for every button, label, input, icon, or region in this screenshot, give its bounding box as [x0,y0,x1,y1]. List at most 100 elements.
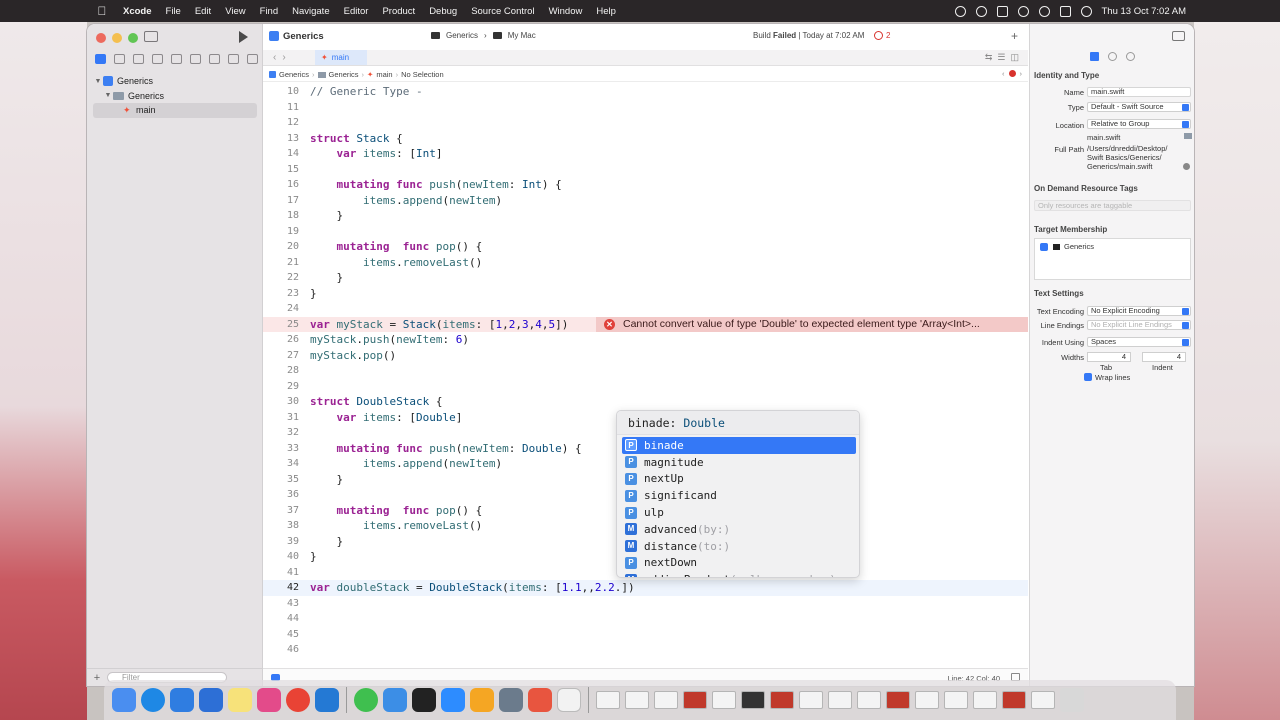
code-text[interactable]: var doubleStack = DoubleStack(items: [1.… [310,580,635,596]
code-text[interactable]: items.removeLast() [310,518,482,534]
choose-location-folder-icon[interactable] [1184,133,1192,139]
code-line[interactable]: 16 mutating func push(newItem: Int) { [263,177,1028,193]
menu-product[interactable]: Product [375,6,422,17]
add-file-icon[interactable]: + [87,672,107,684]
code-line[interactable]: 22 } [263,270,1028,286]
code-line[interactable]: 11 [263,100,1028,116]
help-inspector-tab-icon[interactable] [1126,52,1135,61]
debug-navigator-icon[interactable] [209,54,220,64]
line-endings-popup[interactable]: No Explicit Line Endings [1087,320,1191,330]
previous-issue-icon[interactable]: ‹ [1002,69,1005,78]
completion-item[interactable]: Psignificand [622,487,856,504]
disclosure-chevron-icon[interactable]: ▼ [93,78,103,85]
history-inspector-tab-icon[interactable] [1108,52,1117,61]
control-center-icon[interactable] [1059,5,1071,17]
dock-safari-icon[interactable] [141,688,165,712]
sidebar-toggle-icon[interactable] [144,31,158,42]
report-navigator-icon[interactable] [247,54,258,64]
dock-screen-share-icon[interactable] [499,688,523,712]
dock-minimized-window[interactable] [1031,691,1055,709]
inline-error-message[interactable]: ✕ Cannot convert value of type 'Double' t… [596,316,1028,332]
code-line[interactable]: 43 [263,596,1028,612]
dock-minimized-window[interactable] [625,691,649,709]
code-line[interactable]: 30 struct DoubleStack { [263,394,1028,410]
dock-minimized-window[interactable] [741,691,765,709]
code-line[interactable]: 24 [263,301,1028,317]
dock-terminal-icon[interactable] [412,688,436,712]
code-text[interactable]: myStack.pop() [310,348,396,364]
dock-minimized-window[interactable] [596,691,620,709]
code-text[interactable]: struct Stack { [310,131,403,147]
tree-item-project[interactable]: ▼ Generics [87,74,263,89]
code-line[interactable]: 28 [263,363,1028,379]
dock-minimized-window[interactable] [770,691,794,709]
code-line[interactable]: 15 [263,162,1028,178]
code-text[interactable]: var items: [Int] [310,146,443,162]
find-navigator-icon[interactable] [152,54,163,64]
code-line[interactable]: 12 [263,115,1028,131]
playback-status-icon[interactable] [975,5,987,17]
code-line[interactable]: 10 // Generic Type - [263,84,1028,100]
target-checkbox[interactable] [1040,243,1048,251]
dock-minimized-window[interactable] [828,691,852,709]
dock-vscode-icon[interactable] [315,688,339,712]
code-text[interactable]: } [310,208,343,224]
code-line[interactable]: 26 myStack.push(newItem: 6) [263,332,1028,348]
menu-app-xcode[interactable]: Xcode [116,6,159,17]
reveal-in-finder-icon[interactable] [1183,163,1190,170]
zoom-window-button[interactable] [128,33,138,43]
indent-using-popup[interactable]: Spaces [1087,337,1191,347]
completion-item[interactable]: Madvanced (by:) [622,521,856,538]
project-navigator-icon[interactable] [95,54,106,64]
dock-minimized-window[interactable] [654,691,678,709]
code-line[interactable]: 42 var doubleStack = DoubleStack(items: [… [263,580,1028,596]
source-control-navigator-icon[interactable] [114,54,125,64]
location-popup[interactable]: Relative to Group [1087,119,1191,129]
error-count-badge[interactable]: 2 [874,31,890,40]
code-text[interactable]: items.append(newItem) [310,193,502,209]
tree-item-group[interactable]: ▼ Generics [87,89,263,104]
symbol-navigator-icon[interactable] [133,54,144,64]
dock-zoom-icon[interactable] [441,688,465,712]
code-text[interactable]: // Generic Type - [310,84,423,100]
source-editor[interactable]: 10// Generic Type -11 12 13 struct Stack { 1… [263,84,1028,668]
siri-icon[interactable] [1080,5,1092,17]
code-line[interactable]: 45 [263,627,1028,643]
menu-view[interactable]: View [218,6,252,17]
code-line[interactable]: 23} [263,286,1028,302]
completion-item[interactable]: Pmagnitude [622,454,856,471]
breakpoint-navigator-icon[interactable] [228,54,239,64]
dock-finder-icon[interactable] [112,688,136,712]
code-line[interactable]: 44 [263,611,1028,627]
code-line[interactable]: 17 items.append(newItem) [263,193,1028,209]
code-text[interactable]: } [310,286,317,302]
issue-navigator-icon[interactable] [171,54,182,64]
menu-source-control[interactable]: Source Control [464,6,541,17]
code-text[interactable]: mutating func pop() { [310,503,483,519]
menu-window[interactable]: Window [542,6,590,17]
disclosure-chevron-icon[interactable]: ▼ [103,92,113,99]
code-line[interactable]: 21 items.removeLast() [263,255,1028,271]
encoding-popup[interactable]: No Explicit Encoding [1087,306,1191,316]
record-status-icon[interactable] [954,5,966,17]
code-line[interactable]: 13 struct Stack { [263,131,1028,147]
test-navigator-icon[interactable] [190,54,201,64]
code-text[interactable]: items.append(newItem) [310,456,502,472]
editor-options-icons[interactable]: ⇆☰◫ [985,52,1024,63]
menu-navigate[interactable]: Navigate [285,6,337,17]
issue-navigation[interactable]: ‹ › [1002,69,1022,78]
dock-xcode-icon[interactable] [170,688,194,712]
code-text[interactable]: } [310,549,317,565]
code-text[interactable]: mutating func push(newItem: Double) { [310,441,582,457]
minimize-window-button[interactable] [112,33,122,43]
code-line[interactable]: 46 [263,642,1028,658]
menu-debug[interactable]: Debug [422,6,464,17]
dock-notes-icon[interactable] [228,688,252,712]
code-line[interactable]: 19 [263,224,1028,240]
wifi-icon[interactable] [1017,5,1029,17]
battery-icon[interactable] [996,5,1008,17]
menu-file[interactable]: File [159,6,188,17]
back-forward-icons[interactable]: ‹› [273,52,292,63]
name-field[interactable]: main.swift [1087,87,1191,97]
dock-minimized-window[interactable] [915,691,939,709]
